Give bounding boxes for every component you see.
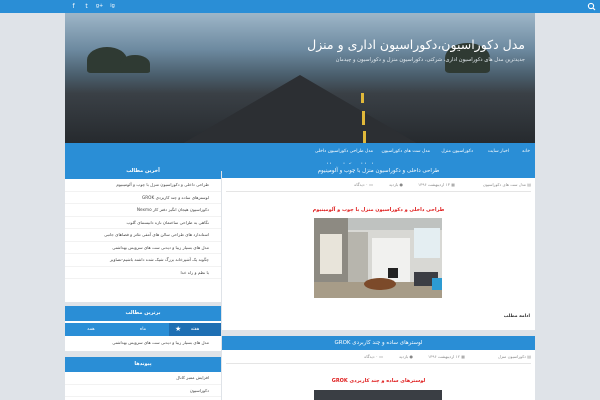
list-item[interactable]: مدل های بسیار زیبا و دیدنی ست های سرویس … bbox=[65, 337, 221, 350]
top-posts-tabs: ★ هفته ماه همه bbox=[65, 323, 221, 336]
list-item[interactable]: با نظم و راه خدا bbox=[65, 267, 221, 279]
post-category[interactable]: ▤ مدل ست های دکوراسیون bbox=[483, 181, 531, 189]
folder-icon: ▤ bbox=[527, 354, 531, 359]
folder-icon: ▤ bbox=[527, 182, 531, 187]
site-subtitle: جدیدترین مدل های دکوراسیون اداری، شرکتی،… bbox=[335, 57, 525, 63]
post-category[interactable]: ▤ دکوراسیون منزل bbox=[498, 353, 531, 361]
post-title[interactable]: طراحی داخلی و دکوراسیون منزل با چوب و آل… bbox=[222, 164, 535, 178]
list-item[interactable]: نگاهی به طراحی ساختمان نازه دانیستنای گل… bbox=[65, 217, 221, 229]
post-category-label: دکوراسیون منزل bbox=[497, 354, 526, 359]
post-date-label: ۱۲ اردیبهشت ۱۳۹۶ bbox=[428, 354, 460, 359]
top-bar: f t g+ ig bbox=[0, 0, 600, 13]
divider bbox=[226, 191, 531, 192]
post-comments[interactable]: ▭ ۰ دیدگاه bbox=[354, 181, 373, 189]
post-views: ● بازدید bbox=[389, 181, 403, 189]
road-graphic bbox=[180, 75, 420, 143]
nav-item-news[interactable]: اخبار سایت bbox=[488, 143, 509, 161]
post-views: ● بازدید bbox=[399, 353, 413, 361]
road-marking bbox=[362, 111, 365, 125]
post-views-label: بازدید bbox=[388, 182, 399, 187]
tab-week[interactable]: ★ هفته bbox=[169, 323, 221, 336]
post-date: ▦ ۱۳ اردیبهشت ۱۳۹۶ bbox=[418, 181, 455, 189]
post-card: طراحی داخلی و دکوراسیون منزل با چوب و آل… bbox=[222, 164, 535, 330]
site-title[interactable]: مدل دکوراسیون،دکوراسیون اداری و منزل bbox=[307, 37, 525, 52]
post-comments[interactable]: ▭ ۰ دیدگاه bbox=[364, 353, 383, 361]
interior-photo bbox=[314, 218, 442, 298]
top-posts-title: برترین مطالب bbox=[65, 306, 221, 321]
list-item[interactable]: لوسترهای ساده و چند کاربردی GROK bbox=[65, 192, 221, 204]
post-date-label: ۱۳ اردیبهشت ۱۳۹۶ bbox=[418, 182, 450, 187]
road-marking bbox=[361, 93, 364, 103]
latest-posts-widget: آخرین مطالب طراحی داخلی و دکوراسیون منزل… bbox=[65, 164, 221, 302]
calendar-icon: ▦ bbox=[461, 354, 465, 359]
comment-icon: ▭ bbox=[379, 354, 383, 359]
post-title[interactable]: لوسترهای ساده و چند کاربردی GROK bbox=[222, 336, 535, 350]
header-banner: مدل دکوراسیون،دکوراسیون اداری و منزل جدی… bbox=[65, 13, 535, 143]
top-posts-list: مدل های بسیار زیبا و دیدنی ست های سرویس … bbox=[65, 337, 221, 351]
tab-all[interactable]: همه bbox=[65, 323, 117, 336]
list-item[interactable]: طراحی داخلی و دکوراسیون منزل با چوب و آل… bbox=[65, 179, 221, 192]
divider bbox=[226, 363, 531, 364]
post-image[interactable] bbox=[314, 218, 442, 298]
post-views-label: بازدید bbox=[398, 354, 409, 359]
link-item[interactable]: افزایش ممبر کانال bbox=[65, 372, 221, 385]
list-item[interactable]: استاندارد های طراحی سالن های آمفی تئاتر … bbox=[65, 229, 221, 242]
post-inner-title: لوسترهای ساده و چند کاربردی GROK bbox=[331, 378, 426, 384]
nav-item-home-decor[interactable]: دکوراسیون منزل bbox=[441, 143, 473, 161]
nav-item-home[interactable]: خانه bbox=[522, 143, 530, 161]
user-icon: ● bbox=[409, 354, 414, 359]
post-comments-label: ۰ دیدگاه bbox=[354, 182, 368, 187]
comment-icon: ▭ bbox=[369, 182, 373, 187]
post-date: ▦ ۱۲ اردیبهشت ۱۳۹۶ bbox=[428, 353, 465, 361]
tab-month[interactable]: ماه bbox=[117, 323, 169, 336]
link-item[interactable]: دکوراسیون bbox=[65, 385, 221, 397]
instagram-icon[interactable]: ig bbox=[106, 0, 119, 13]
road-marking bbox=[363, 131, 366, 143]
post-category-label: مدل ست های دکوراسیون bbox=[482, 182, 526, 187]
nav-item-decor-sets[interactable]: مدل ست های دکوراسیون bbox=[382, 143, 430, 161]
main-nav: خانه اخبار سایت دکوراسیون منزل مدل ست ها… bbox=[65, 143, 535, 161]
calendar-icon: ▦ bbox=[451, 182, 455, 187]
star-icon: ★ bbox=[175, 325, 182, 333]
post-comments-label: ۰ دیدگاه bbox=[364, 354, 378, 359]
post-card: لوسترهای ساده و چند کاربردی GROK ▤ دکورا… bbox=[222, 336, 535, 400]
list-item[interactable]: دکوراسیون هیجان انگیز دفتر کار Nexmo bbox=[65, 204, 221, 217]
latest-posts-title: آخرین مطالب bbox=[65, 164, 221, 179]
google-plus-icon[interactable]: g+ bbox=[93, 0, 106, 13]
list-item[interactable]: چگونه یک آشپزخانه بزرگ شیک شده داشته باش… bbox=[65, 254, 221, 267]
facebook-icon[interactable]: f bbox=[67, 0, 80, 13]
twitter-icon[interactable]: t bbox=[80, 0, 93, 13]
links-title: پیوندها bbox=[65, 357, 221, 372]
list-item[interactable]: مدل های بسیار زیبا و دیدنی ست های سرویس … bbox=[65, 242, 221, 254]
tab-week-label: هفته bbox=[190, 327, 200, 332]
links-widget: پیوندها افزایش ممبر کانال دکوراسیون bbox=[65, 357, 221, 400]
read-more-link[interactable]: ادامه مطلب bbox=[504, 314, 530, 319]
search-icon[interactable] bbox=[586, 1, 597, 12]
user-icon: ● bbox=[399, 182, 404, 187]
nav-item-interior-design[interactable]: مدل طراحی دکوراسیون داخلی bbox=[315, 143, 373, 161]
post-image[interactable] bbox=[314, 390, 442, 400]
post-inner-title: طراحی داخلی و دکوراسیون منزل با چوب و آل… bbox=[312, 207, 445, 213]
tree-silhouette bbox=[120, 55, 150, 73]
